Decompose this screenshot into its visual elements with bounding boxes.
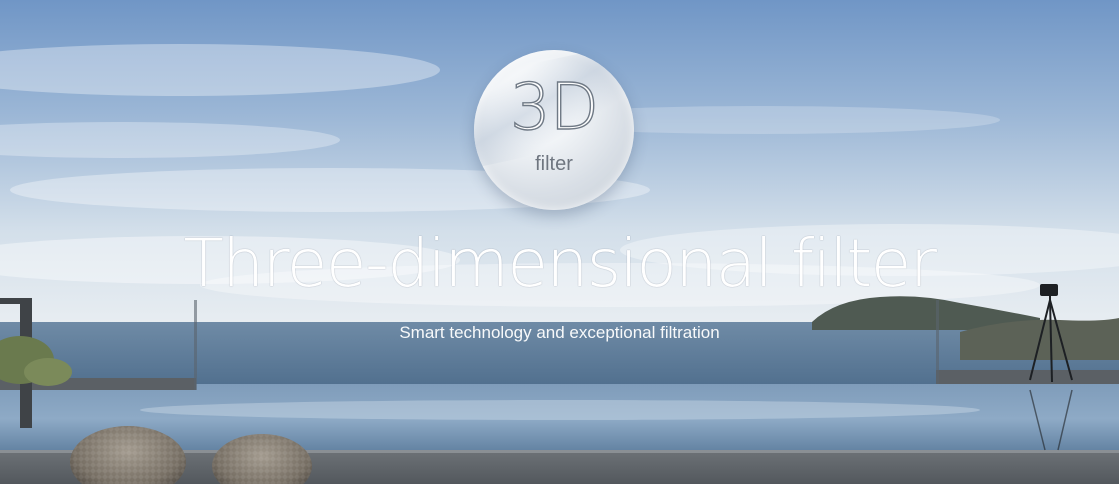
hero-tagline: Smart technology and exceptional filtrat… <box>399 323 720 342</box>
badge-sub-text: filter <box>535 153 573 175</box>
hero-banner: 3D filter Three-dimensional filter Smart… <box>0 0 1119 484</box>
badge-main-text: 3D <box>509 71 599 145</box>
hero-headline: Three-dimensional filter <box>183 225 937 302</box>
3d-filter-badge-icon: 3D filter <box>474 50 634 210</box>
